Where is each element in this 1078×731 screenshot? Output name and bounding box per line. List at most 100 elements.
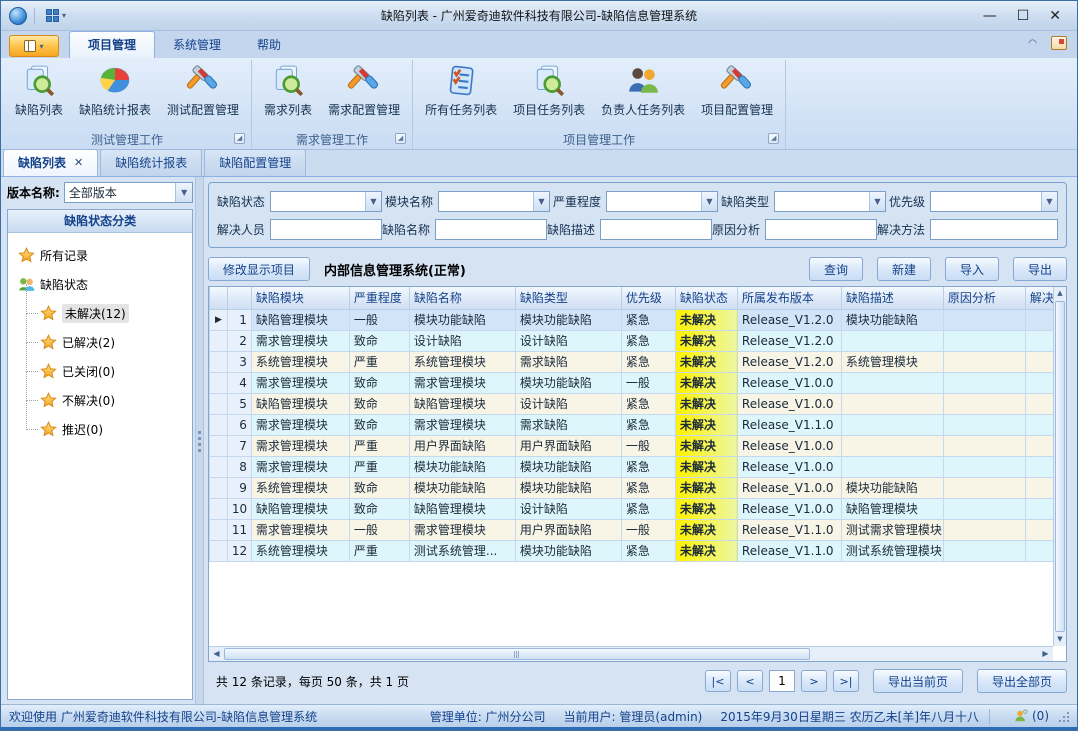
table-row[interactable]: 8 需求管理模块 严重 模块功能缺陷 模块功能缺陷 紧急 未解决 Release…	[209, 456, 1053, 477]
column-header[interactable]: 缺陷模块	[251, 287, 349, 309]
quick-access-toolbar-button[interactable]: ▾	[42, 7, 70, 24]
requirement-list-button[interactable]: 需求列表	[256, 60, 320, 120]
table-row[interactable]: 10 缺陷管理模块 致命 缺陷管理模块 设计缺陷 紧急 未解决 Release_…	[209, 498, 1053, 519]
vertical-scrollbar[interactable]: ▲ ▼	[1053, 287, 1066, 646]
close-button[interactable]: ✕	[1049, 9, 1061, 23]
table-row[interactable]: ▶ 1 缺陷管理模块 一般 模块功能缺陷 模块功能缺陷 紧急 未解决 Relea…	[209, 309, 1053, 330]
column-header[interactable]: 缺陷类型	[515, 287, 621, 309]
defect-status-select[interactable]: ▼	[270, 191, 382, 212]
ribbon-tab-help[interactable]: 帮助	[239, 32, 299, 58]
last-page-button[interactable]: >|	[833, 670, 859, 692]
column-header[interactable]: 解决方法	[1025, 287, 1053, 309]
online-user-icon	[1014, 709, 1028, 723]
table-row[interactable]: 2 需求管理模块 致命 设计缺陷 设计缺陷 紧急 未解决 Release_V1.…	[209, 330, 1053, 351]
version-select[interactable]: 全部版本 ▼	[64, 182, 193, 203]
dialog-launcher-icon[interactable]: ◢	[768, 133, 779, 144]
table-row[interactable]: 7 需求管理模块 严重 用户界面缺陷 用户界面缺陷 一般 未解决 Release…	[209, 435, 1053, 456]
table-row[interactable]: 11 需求管理模块 一般 需求管理模块 用户界面缺陷 一般 未解决 Releas…	[209, 519, 1053, 540]
table-row[interactable]: 5 缺陷管理模块 致命 缺陷管理模块 设计缺陷 紧急 未解决 Release_V…	[209, 393, 1053, 414]
defect-desc-input[interactable]	[600, 219, 712, 240]
document-tab-strip: 缺陷列表 ✕ 缺陷统计报表 缺陷配置管理	[1, 150, 1077, 177]
scrollbar-thumb[interactable]	[224, 648, 810, 660]
row-number: 4	[227, 372, 251, 393]
tree-item-postponed[interactable]: 推迟(0)	[40, 415, 188, 444]
star-icon	[40, 305, 57, 322]
first-page-button[interactable]: |<	[705, 670, 731, 692]
close-tab-icon[interactable]: ✕	[74, 156, 83, 169]
test-config-button[interactable]: 测试配置管理	[159, 60, 247, 120]
defect-type-select[interactable]: ▼	[774, 191, 886, 212]
ribbon-tab-project[interactable]: 项目管理	[69, 31, 155, 58]
column-header[interactable]: 所属发布版本	[737, 287, 841, 309]
import-button[interactable]: 导入	[945, 257, 999, 281]
scroll-left-icon[interactable]: ◀	[209, 647, 224, 661]
tree-item-closed[interactable]: 已关闭(0)	[40, 357, 188, 386]
export-button[interactable]: 导出	[1013, 257, 1067, 281]
page-number-input[interactable]	[769, 670, 795, 692]
project-tasks-button[interactable]: 项目任务列表	[505, 60, 593, 120]
doc-tab-defect-report[interactable]: 缺陷统计报表	[100, 149, 202, 176]
next-page-button[interactable]: >	[801, 670, 827, 692]
horizontal-scrollbar[interactable]: ◀ ▶	[209, 646, 1053, 661]
dialog-launcher-icon[interactable]: ◢	[395, 133, 406, 144]
collapse-ribbon-icon[interactable]: ◠	[1028, 38, 1037, 49]
group-label: 需求管理工作	[296, 131, 368, 148]
help-icon[interactable]	[1051, 36, 1067, 50]
owner-tasks-button[interactable]: 负责人任务列表	[593, 60, 693, 120]
cause-analysis-input[interactable]	[765, 219, 877, 240]
query-button[interactable]: 查询	[809, 257, 863, 281]
column-header[interactable]: 缺陷状态	[675, 287, 737, 309]
resolver-input[interactable]	[270, 219, 382, 240]
ribbon-tab-system[interactable]: 系统管理	[155, 32, 239, 58]
cell-module: 需求管理模块	[251, 330, 349, 351]
sidebar-splitter[interactable]	[195, 177, 204, 706]
defect-report-button[interactable]: 缺陷统计报表	[71, 60, 159, 120]
new-button[interactable]: 新建	[877, 257, 931, 281]
table-row[interactable]: 6 需求管理模块 致命 需求管理模块 需求缺陷 紧急 未解决 Release_V…	[209, 414, 1053, 435]
table-row[interactable]: 12 系统管理模块 严重 测试系统管理... 模块功能缺陷 紧急 未解决 Rel…	[209, 540, 1053, 561]
column-header[interactable]: 缺陷描述	[841, 287, 943, 309]
scrollbar-thumb[interactable]	[1055, 301, 1065, 632]
dialog-launcher-icon[interactable]: ◢	[234, 133, 245, 144]
module-name-select[interactable]: ▼	[438, 191, 550, 212]
tree-item-wont-fix[interactable]: 不解决(0)	[40, 386, 188, 415]
modify-columns-button[interactable]: 修改显示项目	[208, 257, 310, 281]
cell-priority: 紧急	[621, 477, 675, 498]
requirement-config-button[interactable]: 需求配置管理	[320, 60, 408, 120]
cell-type: 设计缺陷	[515, 330, 621, 351]
defect-name-input[interactable]	[435, 219, 547, 240]
column-header[interactable]: 缺陷名称	[409, 287, 515, 309]
resize-grip[interactable]	[1057, 710, 1069, 722]
export-current-page-button[interactable]: 导出当前页	[873, 669, 963, 693]
priority-select[interactable]: ▼	[930, 191, 1058, 212]
project-config-button[interactable]: 项目配置管理	[693, 60, 781, 120]
table-row[interactable]: 3 系统管理模块 严重 系统管理模块 需求缺陷 紧急 未解决 Release_V…	[209, 351, 1053, 372]
tree-item-defect-status[interactable]: 缺陷状态	[18, 270, 188, 299]
defect-list-button[interactable]: 缺陷列表	[7, 60, 71, 120]
scroll-up-icon[interactable]: ▲	[1054, 287, 1066, 300]
severity-select[interactable]: ▼	[606, 191, 718, 212]
table-row[interactable]: 4 需求管理模块 致命 需求管理模块 模块功能缺陷 一般 未解决 Release…	[209, 372, 1053, 393]
minimize-button[interactable]: —	[983, 9, 997, 23]
chevron-down-icon: ▼	[701, 192, 717, 211]
cell-name: 模块功能缺陷	[409, 309, 515, 330]
maximize-button[interactable]: ☐	[1017, 9, 1030, 23]
table-row[interactable]: 9 系统管理模块 致命 模块功能缺陷 模块功能缺陷 紧急 未解决 Release…	[209, 477, 1053, 498]
column-header[interactable]: 原因分析	[943, 287, 1025, 309]
prev-page-button[interactable]: <	[737, 670, 763, 692]
tree-item-all-records[interactable]: 所有记录	[18, 241, 188, 270]
all-tasks-button[interactable]: 所有任务列表	[417, 60, 505, 120]
tree-item-unresolved[interactable]: 未解决(12)	[40, 299, 188, 328]
column-header[interactable]: 优先级	[621, 287, 675, 309]
doc-tab-defect-config[interactable]: 缺陷配置管理	[204, 149, 306, 176]
tree-item-resolved[interactable]: 已解决(2)	[40, 328, 188, 357]
column-header[interactable]: 严重程度	[349, 287, 409, 309]
doc-tab-defect-list[interactable]: 缺陷列表 ✕	[3, 149, 98, 176]
application-menu-button[interactable]: ▾	[9, 35, 59, 57]
solution-input[interactable]	[930, 219, 1058, 240]
cell-status: 未解决	[675, 519, 737, 540]
scroll-down-icon[interactable]: ▼	[1054, 633, 1066, 646]
export-all-pages-button[interactable]: 导出全部页	[977, 669, 1067, 693]
row-number: 9	[227, 477, 251, 498]
scroll-right-icon[interactable]: ▶	[1038, 647, 1053, 661]
